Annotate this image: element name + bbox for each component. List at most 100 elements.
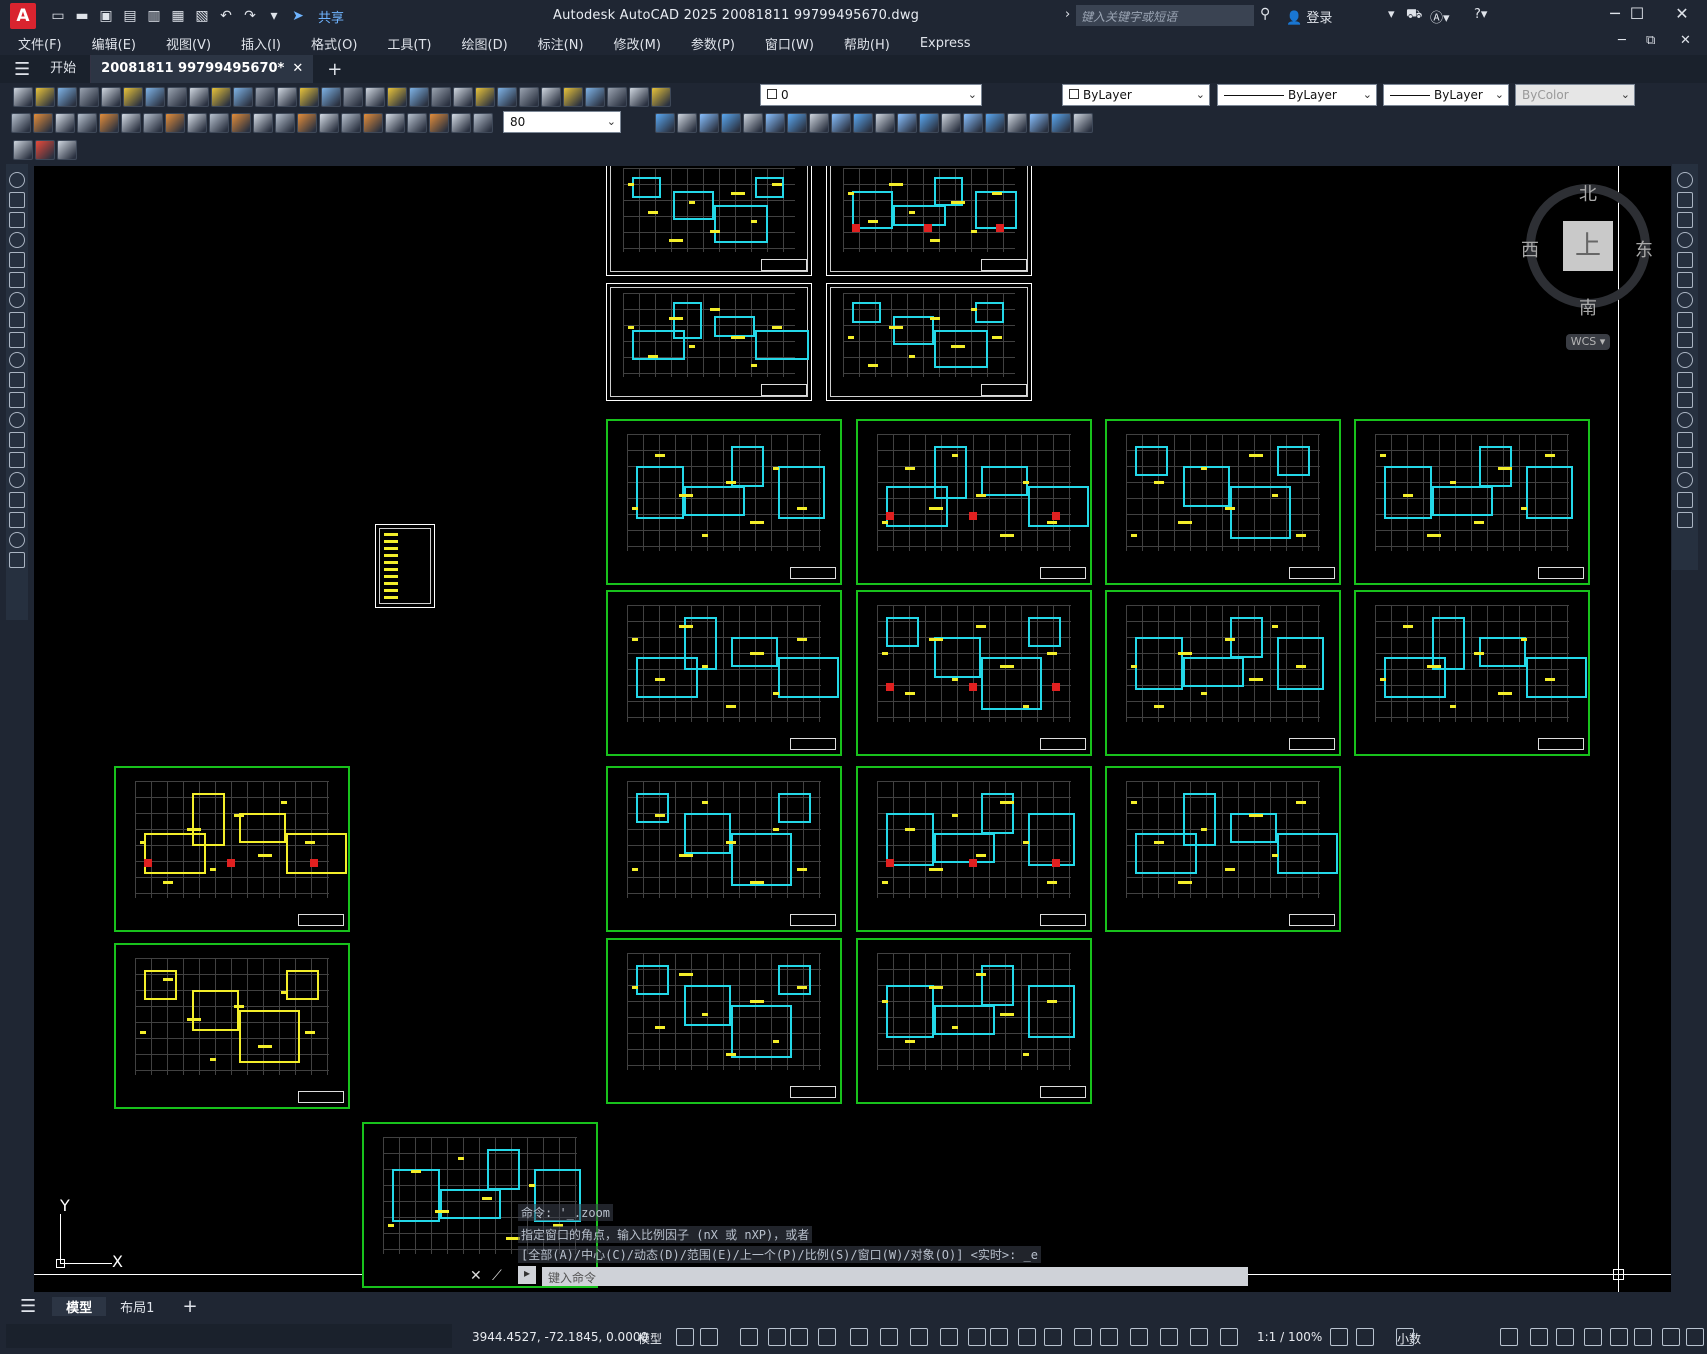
- search-input[interactable]: 键入关键字或短语: [1076, 5, 1254, 26]
- status-toggle-icon[interactable]: [1556, 1328, 1574, 1346]
- viewcube-west[interactable]: 西: [1521, 236, 1539, 262]
- status-toggle-icon[interactable]: [1100, 1328, 1118, 1346]
- standard-tool-icon[interactable]: [189, 87, 209, 107]
- status-toggle-icon[interactable]: [940, 1328, 958, 1346]
- dimension-tool-icon[interactable]: [473, 113, 493, 133]
- menu-help[interactable]: 帮助(H): [826, 34, 902, 53]
- modify-tool-icon[interactable]: [1677, 392, 1693, 408]
- standard-tool-icon[interactable]: [299, 87, 319, 107]
- modify-tool-icon[interactable]: [1677, 412, 1693, 428]
- standard-tool-icon[interactable]: [211, 87, 231, 107]
- maximize-button[interactable]: ☐: [1617, 4, 1657, 23]
- drawing-sheet[interactable]: [606, 283, 812, 401]
- share-button[interactable]: 共享: [318, 7, 344, 26]
- open-web-icon[interactable]: ▥: [144, 6, 164, 26]
- modify-tool-icon[interactable]: [699, 113, 719, 133]
- standard-tool-icon[interactable]: [365, 87, 385, 107]
- standard-tool-icon[interactable]: [519, 87, 539, 107]
- drawing-sheet[interactable]: [856, 419, 1092, 585]
- standard-tool-icon[interactable]: [321, 87, 341, 107]
- menu-window[interactable]: 窗口(W): [747, 34, 826, 53]
- extra-tool-icon[interactable]: [13, 140, 33, 160]
- draw-tool-icon[interactable]: [9, 212, 25, 228]
- save-as-icon[interactable]: ▤: [120, 6, 140, 26]
- drawing-sheet[interactable]: [606, 590, 842, 756]
- status-toggle-icon[interactable]: [1500, 1328, 1518, 1346]
- tab-model[interactable]: 模型: [52, 1296, 107, 1316]
- modify-tool-icon[interactable]: [1677, 332, 1693, 348]
- tab-close-icon[interactable]: ✕: [292, 61, 303, 76]
- standard-tool-icon[interactable]: [79, 87, 99, 107]
- standard-tool-icon[interactable]: [497, 87, 517, 107]
- modify-tool-icon[interactable]: [963, 113, 983, 133]
- modify-tool-icon[interactable]: [743, 113, 763, 133]
- save-icon[interactable]: ▣: [96, 6, 116, 26]
- drawing-sheet[interactable]: [826, 166, 1032, 276]
- dimscale-dropdown[interactable]: 80 ⌄: [503, 111, 621, 133]
- status-toggle-icon[interactable]: [700, 1328, 718, 1346]
- menu-view[interactable]: 视图(V): [148, 34, 223, 53]
- standard-tool-icon[interactable]: [607, 87, 627, 107]
- login-dropdown-icon[interactable]: ▾: [1388, 7, 1395, 22]
- plotstyle-dropdown[interactable]: ByColor ⌄: [1515, 84, 1635, 106]
- menu-insert[interactable]: 插入(I): [223, 34, 293, 53]
- modify-tool-icon[interactable]: [1677, 232, 1693, 248]
- modify-tool-icon[interactable]: [875, 113, 895, 133]
- lineweight-dropdown[interactable]: ByLayer ⌄: [1383, 84, 1509, 106]
- color-dropdown[interactable]: ByLayer ⌄: [1062, 84, 1210, 106]
- dimension-tool-icon[interactable]: [275, 113, 295, 133]
- tab-document[interactable]: 20081811 99799495670* ✕: [91, 55, 314, 83]
- annotation-scale[interactable]: 1:1 / 100%: [1257, 1330, 1322, 1344]
- viewcube-top-face[interactable]: 上: [1563, 221, 1613, 271]
- standard-tool-icon[interactable]: [431, 87, 451, 107]
- autodesk-app-icon[interactable]: Ⓐ▾: [1430, 7, 1450, 26]
- qat-dropdown-icon[interactable]: ▾: [264, 6, 284, 26]
- status-toggle-icon[interactable]: [1662, 1328, 1680, 1346]
- command-prompt-icon[interactable]: ▸: [518, 1266, 536, 1284]
- status-toggle-icon[interactable]: [676, 1328, 694, 1346]
- modify-tool-icon[interactable]: [1677, 372, 1693, 388]
- doc-restore-button[interactable]: ⧉: [1646, 33, 1655, 48]
- modify-tool-icon[interactable]: [655, 113, 675, 133]
- cart-icon[interactable]: ⛟: [1406, 7, 1422, 24]
- new-file-icon[interactable]: ▭: [48, 6, 68, 26]
- command-input[interactable]: 键入命令: [542, 1267, 1248, 1286]
- redo-icon[interactable]: ↷: [240, 6, 260, 26]
- dimension-tool-icon[interactable]: [55, 113, 75, 133]
- menu-dimension[interactable]: 标注(N): [520, 34, 596, 53]
- doc-close-button[interactable]: ✕: [1680, 33, 1691, 48]
- modify-tool-icon[interactable]: [1677, 212, 1693, 228]
- status-toggle-icon[interactable]: [1530, 1328, 1548, 1346]
- modify-tool-icon[interactable]: [787, 113, 807, 133]
- menu-format[interactable]: 格式(O): [293, 34, 369, 53]
- modify-tool-icon[interactable]: [1677, 492, 1693, 508]
- modify-tool-icon[interactable]: [1677, 312, 1693, 328]
- standard-tool-icon[interactable]: [475, 87, 495, 107]
- dimension-tool-icon[interactable]: [77, 113, 97, 133]
- modify-tool-icon[interactable]: [1677, 272, 1693, 288]
- dimension-tool-icon[interactable]: [385, 113, 405, 133]
- modify-tool-icon[interactable]: [1029, 113, 1049, 133]
- status-toggle-icon[interactable]: [790, 1328, 808, 1346]
- drawing-sheet[interactable]: [114, 943, 350, 1109]
- drawing-sheet[interactable]: [826, 283, 1032, 401]
- dimension-tool-icon[interactable]: [165, 113, 185, 133]
- standard-tool-icon[interactable]: [651, 87, 671, 107]
- modify-tool-icon[interactable]: [1677, 252, 1693, 268]
- standard-tool-icon[interactable]: [35, 87, 55, 107]
- command-customize-icon[interactable]: ⟋: [492, 1268, 502, 1284]
- modify-tool-icon[interactable]: [1677, 432, 1693, 448]
- save-web-icon[interactable]: ▦: [168, 6, 188, 26]
- draw-tool-icon[interactable]: [9, 472, 25, 488]
- tab-layout1[interactable]: 布局1: [106, 1297, 168, 1316]
- status-toggle-icon[interactable]: [1610, 1328, 1628, 1346]
- standard-tool-icon[interactable]: [541, 87, 561, 107]
- drawing-sheet[interactable]: [856, 938, 1092, 1104]
- undo-icon[interactable]: ↶: [216, 6, 236, 26]
- open-file-icon[interactable]: ▬: [72, 6, 92, 26]
- modify-tool-icon[interactable]: [809, 113, 829, 133]
- dimension-tool-icon[interactable]: [209, 113, 229, 133]
- new-tab-button[interactable]: +: [327, 59, 342, 80]
- modify-tool-icon[interactable]: [1677, 172, 1693, 188]
- menu-file[interactable]: 文件(F): [0, 34, 74, 53]
